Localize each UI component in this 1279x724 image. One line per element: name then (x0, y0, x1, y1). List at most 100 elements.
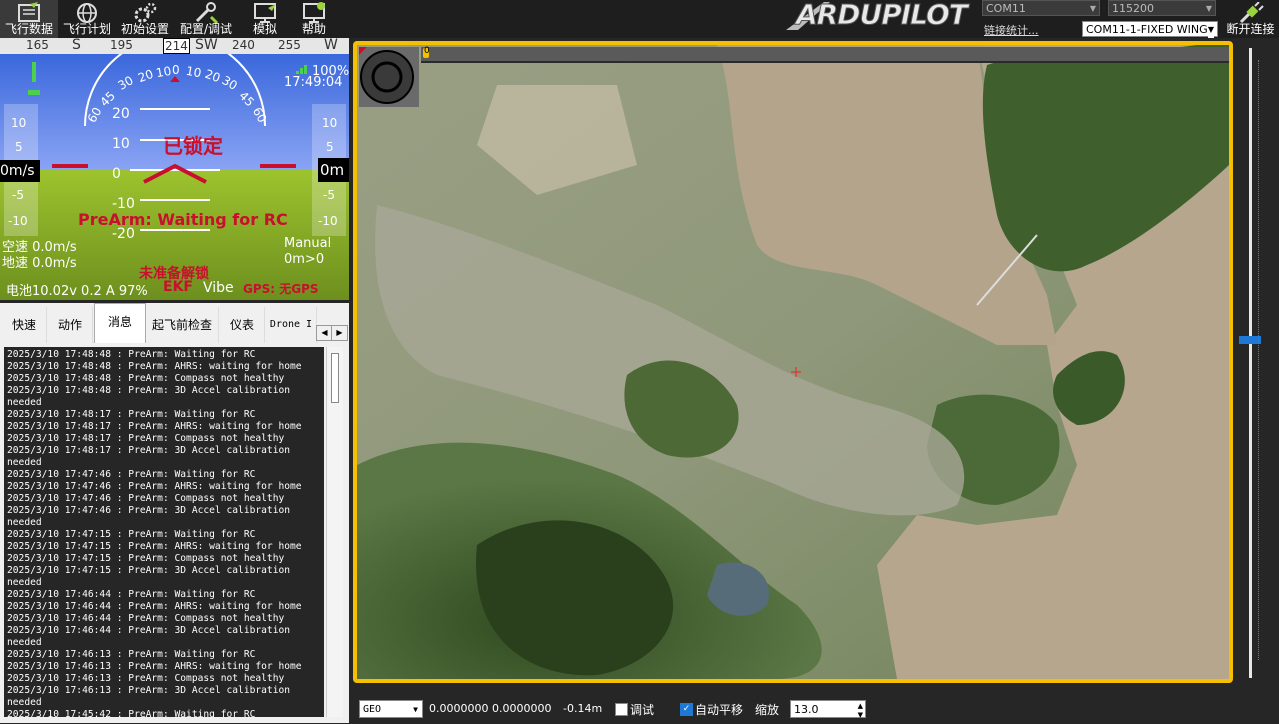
stepper-down-icon[interactable]: ▼ (858, 706, 863, 724)
tab-actions[interactable]: 动作 (48, 307, 93, 343)
pitch-label: 20 (112, 106, 130, 122)
chevron-down-icon: ▼ (1089, 4, 1096, 13)
link-stats-link[interactable]: 链接统计... (984, 22, 1039, 38)
message-line: 2025/3/10 17:48:48 : PreArm: 3D Accel ca… (7, 385, 291, 396)
message-line: 2025/3/10 17:48:48 : PreArm: AHRS: waiti… (7, 361, 302, 372)
chevron-down-icon: ▼ (1207, 22, 1214, 38)
vibe-status[interactable]: Vibe (203, 280, 234, 296)
toolbar-simulation[interactable]: 模拟 (240, 0, 290, 38)
roll-label: 0 (172, 63, 180, 77)
messages-scrollbar[interactable] (326, 347, 343, 717)
map-status-bar: GEO ▼ 0.0000000 0.0000000 -0.14m 调试 ✓ 自动… (353, 696, 1279, 723)
autopan-label: 自动平移 (695, 703, 744, 717)
toolbar-config-tuning[interactable]: 配置/调试 (174, 0, 238, 38)
message-line: 2025/3/10 17:47:46 : PreArm: Waiting for… (7, 469, 256, 480)
coord-type-value: GEO (363, 704, 382, 715)
roll-label: 10 (184, 63, 203, 81)
alt-scale-label: -10 (318, 214, 338, 228)
armed-status: 已锁定 (163, 134, 223, 158)
autopan-checkbox[interactable]: ✓ (680, 703, 693, 716)
message-line: needed (7, 397, 42, 408)
hud-panel: 165 S 195 214 SW 240 255 W 60 45 30 20 1… (0, 38, 349, 300)
debug-checkbox[interactable] (615, 703, 628, 716)
tab-preflight[interactable]: 起飞前检查 (146, 307, 219, 343)
messages-list[interactable]: 2025/3/10 17:48:48 : PreArm: Waiting for… (4, 347, 324, 717)
tab-drone[interactable]: Drone I (266, 307, 317, 343)
message-line: 2025/3/10 17:46:44 : PreArm: Compass not… (7, 613, 285, 624)
message-line: 2025/3/10 17:45:42 : PreArm: Waiting for… (7, 709, 256, 717)
zoom-slider[interactable] (1236, 40, 1279, 685)
toolbar-initial-setup[interactable]: 初始设置 (116, 0, 174, 38)
heading-strip: 165 S 195 214 SW 240 255 W (0, 38, 349, 54)
message-line: 2025/3/10 17:48:48 : PreArm: Compass not… (7, 373, 285, 384)
speed-scale-label: 10 (11, 116, 27, 130)
message-line: 2025/3/10 17:47:15 : PreArm: 3D Accel ca… (7, 565, 291, 576)
main-toolbar: 飞行数据 飞行计划 初始设置 配置/调试 模拟 帮助 ARDUPILOT COM… (0, 0, 1279, 38)
message-line: 2025/3/10 17:46:13 : PreArm: 3D Accel ca… (7, 685, 291, 696)
map-progress-bar: 0 (421, 46, 1229, 63)
battery-readout[interactable]: 电池10.02v 0.2 A 97% (6, 280, 148, 299)
scrollbar-thumb[interactable] (331, 353, 339, 403)
message-line: needed (7, 457, 42, 468)
toolbar-flight-plan[interactable]: 飞行计划 (58, 0, 116, 38)
tab-gauges[interactable]: 仪表 (220, 307, 265, 343)
alt-readout: -0.14m (563, 702, 603, 715)
gps-status[interactable]: GPS: 无GPS (243, 280, 319, 297)
message-line: needed (7, 637, 42, 648)
speed-scale-label: -10 (8, 214, 28, 228)
disconnect-button[interactable]: 断开连接 (1222, 0, 1279, 38)
toolbar-label: 配置/调试 (179, 22, 233, 36)
prearm-message: PreArm: Waiting for RC (78, 210, 288, 229)
tab-messages[interactable]: 消息 (94, 303, 146, 344)
message-line: 2025/3/10 17:48:17 : PreArm: Compass not… (7, 433, 285, 444)
message-line: 2025/3/10 17:47:15 : PreArm: Waiting for… (7, 529, 256, 540)
message-line: 2025/3/10 17:48:17 : PreArm: AHRS: waiti… (7, 421, 302, 432)
toolbar-label: 飞行数据 (4, 22, 53, 36)
signal-icon (296, 65, 307, 74)
heading-tick: W (324, 38, 338, 53)
slider-ticks (1258, 60, 1265, 660)
progress-label: 0 (424, 46, 430, 56)
zoom-value: 13.0 (794, 703, 819, 716)
flight-mode: Manual (284, 236, 332, 251)
toolbar-label: 帮助 (301, 22, 326, 36)
ardupilot-logo: ARDUPILOT (784, 0, 980, 32)
speed-readout: 0m/s (0, 160, 40, 182)
message-line: needed (7, 517, 42, 528)
port-select[interactable]: COM11 ▼ (982, 0, 1100, 16)
alt-scale-label: 10 (322, 116, 338, 130)
alt-scale-label: -5 (323, 188, 335, 202)
message-line: 2025/3/10 17:48:17 : PreArm: 3D Accel ca… (7, 445, 291, 456)
ekf-status[interactable]: EKF (163, 279, 193, 295)
baud-select[interactable]: 115200 ▼ (1108, 0, 1216, 16)
message-line: 2025/3/10 17:46:13 : PreArm: Compass not… (7, 673, 285, 684)
zoom-input[interactable]: 13.0 ▲ ▼ (790, 700, 866, 719)
message-line: 2025/3/10 17:47:46 : PreArm: 3D Accel ca… (7, 505, 291, 516)
toolbar-label: 模拟 (252, 22, 277, 36)
speed-scale-label: -5 (12, 188, 24, 202)
message-line: 2025/3/10 17:47:15 : PreArm: AHRS: waiti… (7, 541, 302, 552)
map-compass-icon[interactable] (359, 47, 419, 107)
toolbar-help[interactable]: 帮助 (290, 0, 338, 38)
disconnect-label: 断开连接 (1226, 22, 1275, 36)
message-line: 2025/3/10 17:48:17 : PreArm: Waiting for… (7, 409, 256, 420)
waypoint-distance: 0m>0 (284, 252, 325, 267)
tab-quick[interactable]: 快速 (2, 307, 47, 343)
coord-type-select[interactable]: GEO ▼ (359, 700, 423, 718)
message-line: 2025/3/10 17:46:44 : PreArm: 3D Accel ca… (7, 625, 291, 636)
debug-label: 调试 (630, 703, 655, 717)
baud-value: 115200 (1112, 2, 1154, 15)
tab-scroll-right-icon[interactable]: ▶ (331, 325, 348, 341)
pitch-label: 0 (112, 166, 121, 182)
toolbar-label: 初始设置 (120, 22, 169, 36)
message-line: 2025/3/10 17:46:44 : PreArm: Waiting for… (7, 589, 256, 600)
home-crosshair-icon (791, 367, 801, 377)
altitude-readout: 0m (318, 158, 349, 182)
pitch-label: 10 (112, 136, 130, 152)
map-view[interactable]: 0 (353, 41, 1233, 683)
toolbar-flight-data[interactable]: 飞行数据 (0, 0, 58, 38)
message-line: 2025/3/10 17:46:44 : PreArm: AHRS: waiti… (7, 601, 302, 612)
heading-tick: 240 (232, 38, 255, 52)
profile-select[interactable]: COM11-1-FIXED WING ▼ (1082, 21, 1218, 38)
heading-tick: 255 (278, 38, 301, 52)
